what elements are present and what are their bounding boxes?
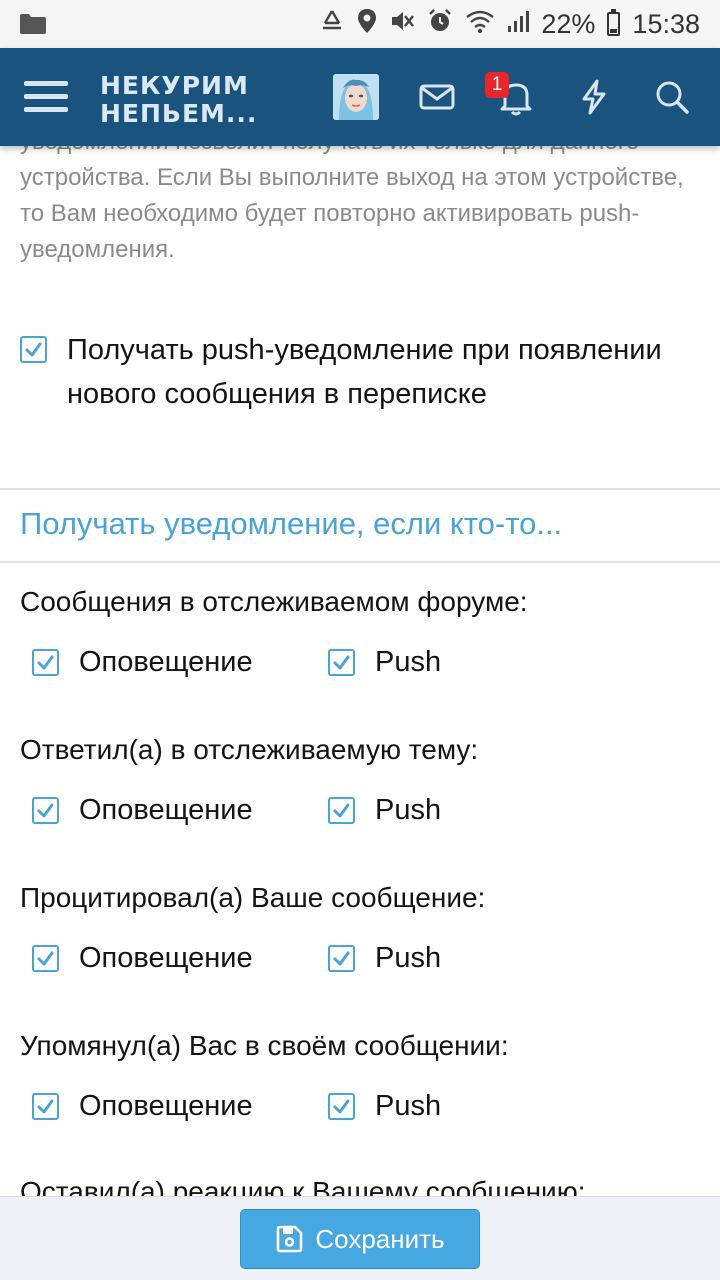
alert-label: Оповещение [79, 794, 253, 826]
mentioned-alert-option[interactable]: Оповещение [32, 1090, 253, 1123]
alert-checkbox[interactable] [32, 649, 59, 676]
save-button[interactable]: Сохранить [240, 1209, 480, 1269]
site-logo[interactable]: НЕКУРИМ НЕПЬЕМ... [100, 72, 257, 128]
notification-badge: 1 [485, 72, 509, 98]
folder-icon [20, 14, 46, 34]
mail-icon[interactable] [417, 77, 457, 117]
battery-icon [607, 9, 621, 36]
watched-thread-push-option[interactable]: Push [328, 794, 441, 827]
alert-checkbox[interactable] [32, 945, 59, 972]
group-title-watched-thread: Ответил(а) в отслеживаемую тему: [20, 734, 479, 765]
avatar[interactable] [333, 74, 379, 120]
clock: 15:38 [632, 8, 700, 39]
alert-label: Оповещение [79, 646, 253, 678]
quoted-push-option[interactable]: Push [328, 942, 441, 975]
push-label: Push [375, 794, 442, 826]
battery-percent: 22% [541, 8, 596, 39]
quoted-alert-option[interactable]: Оповещение [32, 942, 253, 975]
group-title-quoted: Процитировал(а) Ваше сообщение: [20, 882, 486, 913]
push-checkbox[interactable] [328, 945, 355, 972]
alert-label: Оповещение [79, 942, 253, 974]
menu-icon[interactable] [24, 81, 68, 113]
save-label: Сохранить [315, 1223, 445, 1254]
status-bar: 22% 15:38 [0, 0, 720, 48]
mute-icon [389, 8, 415, 41]
form-footer: Сохранить [0, 1196, 720, 1280]
app-header: НЕКУРИМ НЕПЬЕМ... [0, 48, 720, 146]
alert-label: Оповещение [79, 1090, 253, 1122]
push-checkbox[interactable] [328, 1093, 355, 1120]
push-checkbox[interactable] [328, 649, 355, 676]
logo-line2: НЕПЬЕМ... [100, 99, 258, 128]
preferences-content[interactable]: уведомлений позволит получать их только … [0, 146, 720, 1196]
group-title-reaction: Оставил(а) реакцию к Вашему сообщению: [20, 1176, 586, 1196]
mentioned-push-option[interactable]: Push [328, 1090, 441, 1123]
group-title-watched-forum: Сообщения в отслеживаемом форуме: [20, 586, 528, 617]
save-icon [277, 1225, 303, 1253]
lightning-icon[interactable] [574, 77, 614, 117]
push-conversation-option[interactable]: Получать push-уведомление при появлении … [20, 334, 667, 416]
search-icon[interactable] [652, 77, 692, 117]
section-title: Получать уведомление, если кто-то... [20, 506, 563, 541]
push-label: Push [375, 942, 442, 974]
divider [0, 561, 720, 563]
wifi-icon [465, 8, 495, 41]
alert-checkbox[interactable] [32, 797, 59, 824]
group-title-mentioned: Упомянул(а) Вас в своём сообщении: [20, 1030, 509, 1061]
watched-forum-push-option[interactable]: Push [328, 646, 441, 679]
divider [0, 488, 720, 490]
logo-line1: НЕКУРИМ [100, 71, 249, 100]
watched-thread-alert-option[interactable]: Оповещение [32, 794, 253, 827]
push-checkbox[interactable] [328, 797, 355, 824]
push-label: Push [375, 1090, 442, 1122]
push-conversation-checkbox[interactable] [20, 336, 47, 363]
push-label: Push [375, 646, 442, 678]
watched-forum-alert-option[interactable]: Оповещение [32, 646, 253, 679]
alert-checkbox[interactable] [32, 1093, 59, 1120]
signal-icon [507, 8, 530, 41]
alarm-icon [427, 8, 453, 41]
push-conversation-label: Получать push-уведомление при появлении … [67, 334, 662, 410]
recycle-icon [319, 8, 345, 41]
push-intro-text: уведомлений позволит получать их только … [20, 146, 684, 263]
location-icon [357, 8, 377, 41]
